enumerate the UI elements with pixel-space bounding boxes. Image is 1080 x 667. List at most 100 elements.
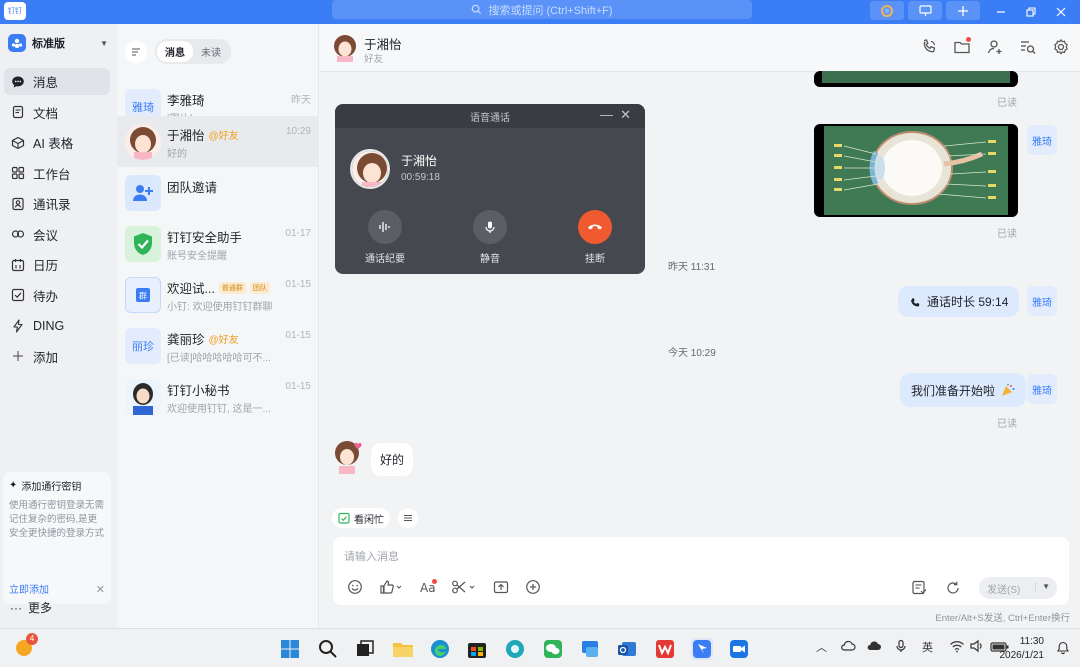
ai-assistant-button[interactable] [870, 1, 904, 20]
phone-call-icon[interactable] [920, 38, 938, 56]
nav-item-todo[interactable]: 待办 [4, 282, 110, 309]
text-message[interactable]: 好的 [371, 443, 414, 476]
plus-circle-icon[interactable] [525, 579, 541, 595]
nav-item-add[interactable]: 添加 [4, 343, 110, 370]
conversation-item-active[interactable]: 于湘怡 @好友 好的 10:29 [117, 116, 319, 167]
microsoft-store-icon[interactable] [466, 638, 488, 660]
close-icon[interactable]: ✕ [96, 583, 105, 596]
conversation-tabs: 消息 未读 [155, 39, 231, 64]
task-view-icon[interactable] [354, 638, 376, 660]
close-icon[interactable]: ✕ [620, 107, 631, 123]
system-clock[interactable]: 11:30 2026/1/21 [1000, 635, 1045, 663]
outlook-icon[interactable] [616, 638, 638, 660]
browser-beta-icon[interactable] [504, 638, 526, 660]
minimize-icon[interactable]: — [600, 107, 613, 122]
contact-avatar[interactable] [332, 34, 358, 62]
wifi-icon[interactable] [949, 639, 965, 653]
conversation-preview: [已读]哈哈哈哈哈可不... [167, 353, 271, 364]
nav-item-contacts[interactable]: 通讯录 [4, 190, 110, 217]
conversation-item[interactable]: 团队邀请 [117, 167, 319, 218]
conversation-name-text: 团队邀请 [167, 181, 218, 195]
nav-item-meeting[interactable]: 会议 [4, 221, 110, 248]
hangup-button[interactable] [578, 210, 612, 244]
nav-item-workbench[interactable]: 工作台 [4, 160, 110, 187]
passkey-add-link[interactable]: 立即添加 [9, 581, 49, 596]
tab-unread[interactable]: 未读 [193, 41, 229, 62]
conversation-time: 10:29 [285, 126, 311, 137]
org-switcher[interactable]: 标准版 ▼ [8, 34, 108, 52]
settings-gear-icon[interactable] [1052, 38, 1070, 56]
scissors-icon[interactable] [451, 579, 477, 595]
call-title-bar: 语音通话 — ✕ [335, 104, 645, 128]
dingtalk-taskbar-icon[interactable] [691, 638, 713, 660]
caret-down-icon[interactable]: ▼ [1035, 582, 1050, 591]
eye-anatomy-image [824, 126, 1008, 215]
send-button[interactable]: 发送(S) ▼ [979, 577, 1057, 599]
video-meeting-icon[interactable] [728, 638, 750, 660]
image-message[interactable] [814, 124, 1018, 217]
nav-item-ai-table[interactable]: AI 表格 [4, 129, 110, 156]
close-window-button[interactable] [1044, 0, 1078, 24]
wps-office-icon[interactable] [654, 638, 676, 660]
nav-label-contacts: 通讯录 [33, 198, 71, 212]
chevron-up-icon[interactable]: ︿ [816, 639, 827, 655]
read-receipt: 已读 [997, 419, 1017, 430]
tab-messages[interactable]: 消息 [157, 41, 193, 62]
image-message[interactable] [814, 71, 1018, 87]
input-method-indicator[interactable]: 英 [922, 639, 933, 655]
quick-reply-icon[interactable] [911, 580, 927, 596]
add-member-icon[interactable] [986, 38, 1004, 56]
check-availability-button[interactable]: 看闲忙 [332, 508, 390, 528]
emoji-icon[interactable] [347, 579, 363, 595]
conversation-item[interactable]: 钉钉小秘书 欢迎使用钉钉, 这是一... 01-15 [117, 371, 319, 422]
nav-item-calendar[interactable]: 日历 [4, 251, 110, 278]
remote-desktop-icon[interactable] [579, 638, 601, 660]
weather-widget[interactable]: 4 [14, 633, 38, 658]
conversation-item[interactable]: 丽珍 龚丽珍 @好友 [已读]哈哈哈哈哈可不... 01-15 [117, 320, 319, 371]
microphone-icon[interactable] [894, 639, 908, 653]
restore-button[interactable] [1014, 0, 1048, 24]
filter-button[interactable] [125, 40, 147, 63]
nav-item-ding[interactable]: DING [4, 312, 110, 339]
message-input[interactable]: 请输入消息 [344, 548, 399, 564]
screen-share-button[interactable] [908, 1, 942, 20]
call-record-message[interactable]: 通话时长 59:14 [898, 286, 1020, 317]
clock-date: 2026/1/21 [999, 650, 1045, 661]
group-type-chip: 团队 [249, 281, 270, 294]
file-explorer-icon[interactable] [392, 638, 414, 660]
quick-menu-button[interactable] [398, 508, 418, 528]
call-summary-button[interactable] [368, 210, 402, 244]
text-format-button[interactable]: Aa [419, 579, 437, 595]
call-duration-text: 通话时长 59:14 [927, 295, 1009, 309]
nav-label-calendar: 日历 [33, 259, 59, 273]
search-icon[interactable] [317, 638, 339, 660]
conversation-item[interactable]: 钉钉安全助手 账号安全提醒 01-17 [117, 218, 319, 269]
refresh-icon[interactable] [945, 580, 961, 596]
volume-icon[interactable] [969, 639, 985, 653]
conversation-item[interactable]: 群 欢迎试... 普通群 团队 小钉: 欢迎使用钉钉群聊 01-15 [117, 269, 319, 320]
search-history-icon[interactable] [1019, 38, 1037, 56]
mute-button[interactable] [473, 210, 507, 244]
cloud-sync-icon[interactable] [866, 639, 882, 653]
wechat-icon[interactable] [542, 638, 564, 660]
cloud-icon[interactable] [840, 639, 856, 653]
windows-start-icon[interactable] [279, 638, 301, 660]
thumbs-up-icon[interactable] [379, 579, 403, 595]
upload-folder-icon[interactable] [493, 579, 509, 595]
nav-label-messages: 消息 [33, 76, 59, 90]
close-icon [1056, 7, 1066, 17]
new-action-button[interactable] [946, 1, 980, 20]
nav-item-docs[interactable]: 文档 [4, 99, 110, 126]
notification-bell-icon[interactable] [1056, 641, 1070, 655]
text-message[interactable]: 我们准备开始啦 [900, 373, 1027, 407]
nav-label-docs: 文档 [33, 106, 59, 121]
more-button[interactable]: ··· 更多 [10, 599, 52, 616]
folder-files-button[interactable] [953, 37, 971, 56]
contact-message-avatar[interactable] [330, 438, 366, 474]
voice-call-window: 语音通话 — ✕ 于湘怡 00:59:18 通话纪要 静音 挂断 [335, 104, 645, 274]
nav-item-messages[interactable]: 消息 [4, 68, 110, 95]
global-search-input[interactable]: 搜索或提问 (Ctrl+Shift+F) [332, 0, 752, 19]
edge-browser-icon[interactable] [429, 638, 451, 660]
minimize-button[interactable] [984, 0, 1018, 24]
chat-bubble-icon [12, 76, 24, 87]
